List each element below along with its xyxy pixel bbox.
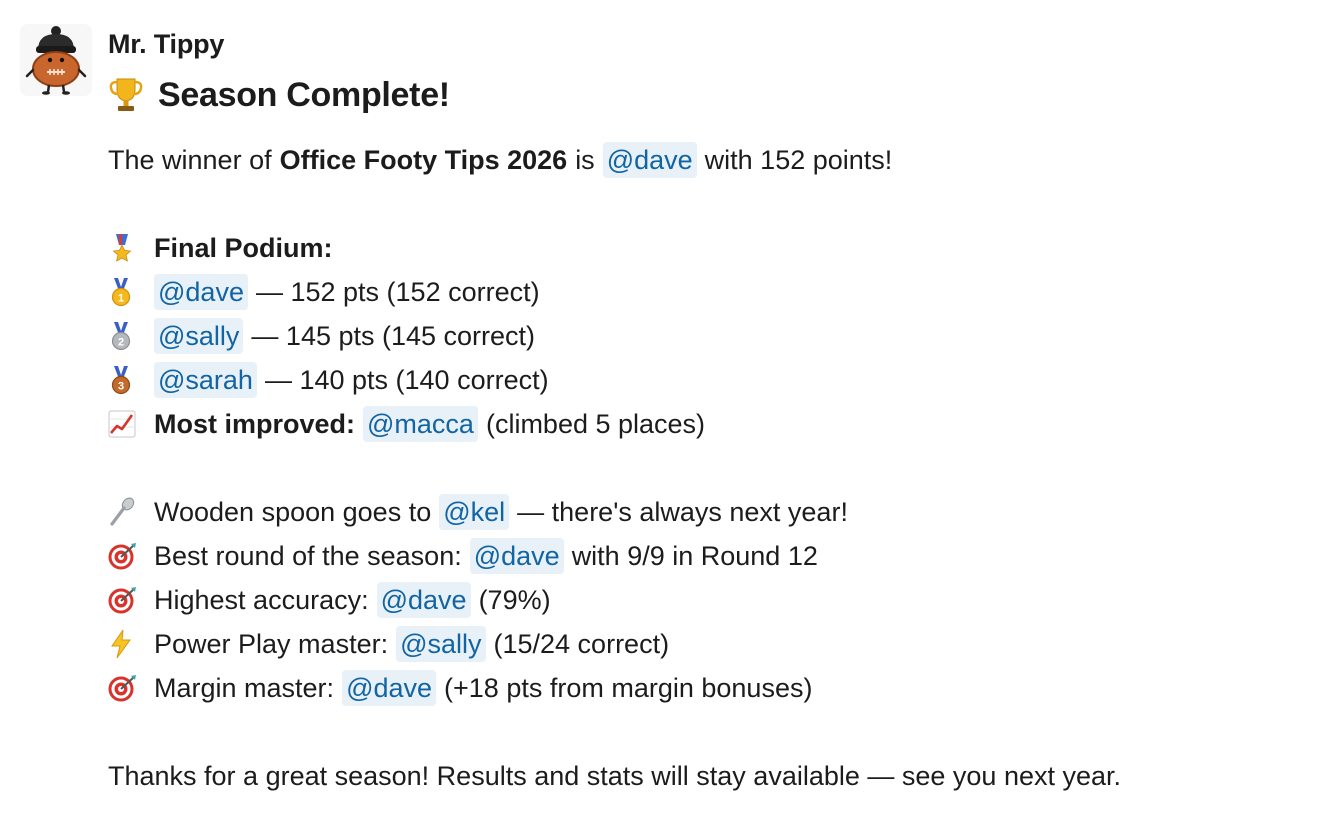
trophy-icon <box>108 75 158 115</box>
mention-user[interactable]: @macca <box>363 406 478 442</box>
podium-text: — 145 pts (145 correct) <box>251 321 536 351</box>
mention-user[interactable]: @kel <box>439 494 510 530</box>
mention-user[interactable]: @sally <box>396 626 486 662</box>
bronze-medal-icon: 3 <box>108 358 154 402</box>
award-suffix: (+18 pts from margin bonuses) <box>444 673 813 703</box>
chart-increasing-icon <box>108 402 154 446</box>
award-suffix: — there's always next year! <box>517 497 848 527</box>
message-content: Mr. Tippy Season Complete! The winner of… <box>108 22 1320 798</box>
mention-user[interactable]: @dave <box>376 582 471 618</box>
award-suffix: (15/24 correct) <box>493 629 670 659</box>
avatar[interactable] <box>20 24 92 96</box>
podium-place: 3 @sarah — 140 pts (140 correct) <box>108 358 1320 402</box>
intro-suffix: with 152 points! <box>704 145 893 175</box>
most-improved-label: Most improved: <box>154 409 356 439</box>
target-icon <box>108 666 154 710</box>
award-line: Margin master: @dave (+18 pts from margi… <box>108 666 1320 710</box>
award-line: Highest accuracy: @dave (79%) <box>108 578 1320 622</box>
mention-user[interactable]: @sarah <box>154 362 257 398</box>
mention-user[interactable]: @dave <box>154 274 248 310</box>
award-text: Highest accuracy: <box>154 585 369 615</box>
podium-heading: Final Podium: <box>108 226 1320 270</box>
award-text: Power Play master: <box>154 629 389 659</box>
award-text: Wooden spoon goes to <box>154 497 432 527</box>
award-text: Best round of the season: <box>154 541 462 571</box>
slack-message: Mr. Tippy Season Complete! The winner of… <box>0 0 1340 830</box>
intro-is: is <box>575 145 595 175</box>
military-medal-icon <box>108 226 154 270</box>
mention-winner[interactable]: @dave <box>602 142 697 178</box>
podium-text: — 152 pts (152 correct) <box>255 277 540 307</box>
mention-user[interactable]: @sally <box>154 318 244 354</box>
award-text: Margin master: <box>154 673 335 703</box>
competition-name: Office Footy Tips 2026 <box>279 145 568 175</box>
svg-text:3: 3 <box>118 381 124 393</box>
podium-place: 2 @sally — 145 pts (145 correct) <box>108 314 1320 358</box>
award-suffix: (79%) <box>478 585 551 615</box>
award-line: Wooden spoon goes to @kel — there's alwa… <box>108 490 1320 534</box>
most-improved-text: (climbed 5 places) <box>485 409 706 439</box>
lightning-icon <box>108 622 154 666</box>
award-suffix: with 9/9 in Round 12 <box>571 541 818 571</box>
mention-user[interactable]: @dave <box>342 670 437 706</box>
target-icon <box>108 578 154 622</box>
svg-text:1: 1 <box>118 293 124 305</box>
message-title: Season Complete! <box>158 76 450 114</box>
target-icon <box>108 534 154 578</box>
sender-name[interactable]: Mr. Tippy <box>108 22 1320 66</box>
silver-medal-icon: 2 <box>108 314 154 358</box>
message-body: The winner of Office Footy Tips 2026 is … <box>108 138 1320 798</box>
gold-medal-icon: 1 <box>108 270 154 314</box>
spoon-icon <box>108 490 154 534</box>
football-mascot-icon <box>20 24 92 96</box>
intro-line: The winner of Office Footy Tips 2026 is … <box>108 138 1320 182</box>
award-line: Power Play master: @sally (15/24 correct… <box>108 622 1320 666</box>
svg-text:2: 2 <box>118 337 124 349</box>
podium-title: Final Podium: <box>154 233 333 263</box>
intro-prefix: The winner of <box>108 145 272 175</box>
mention-user[interactable]: @dave <box>469 538 564 574</box>
most-improved-line: Most improved: @macca (climbed 5 places) <box>108 402 1320 446</box>
message-header: Season Complete! <box>108 66 1320 124</box>
podium-place: 1 @dave — 152 pts (152 correct) <box>108 270 1320 314</box>
closing-text: Thanks for a great season! Results and s… <box>108 761 1122 791</box>
award-line: Best round of the season: @dave with 9/9… <box>108 534 1320 578</box>
podium-text: — 140 pts (140 correct) <box>264 365 549 395</box>
